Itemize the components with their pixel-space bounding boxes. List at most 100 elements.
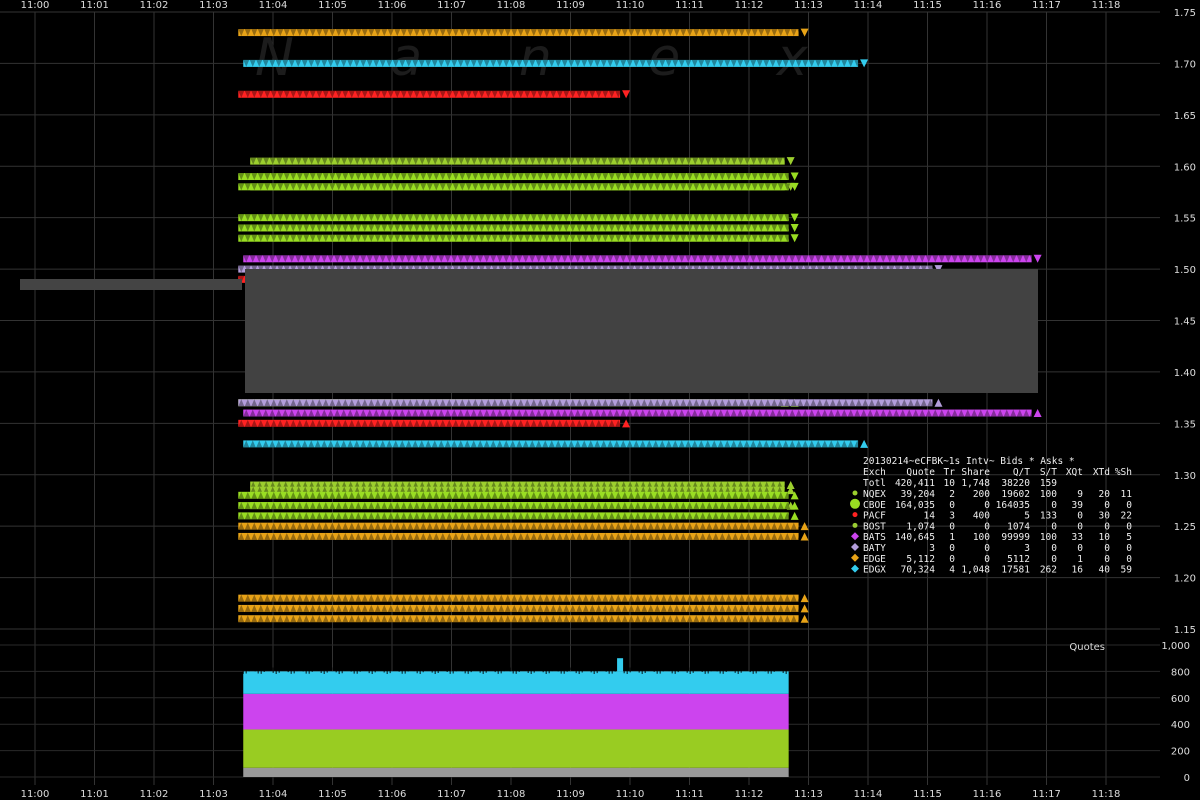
stats-cell: 0 <box>1104 500 1110 511</box>
y-tick-label: 1.15 <box>1174 625 1196 636</box>
stats-cell: 10 <box>1099 532 1111 543</box>
stats-cell: BATS <box>863 532 886 543</box>
x-tick-label-top: 11:02 <box>140 0 169 11</box>
x-tick-label-top: 11:14 <box>854 0 883 11</box>
x-tick-label-top: 11:17 <box>1032 0 1061 11</box>
volume-panel-label: Quotes <box>1069 642 1105 653</box>
stats-cell: 59 <box>1121 565 1133 576</box>
quote-band-cboe <box>238 501 799 510</box>
quote-marker <box>790 172 799 181</box>
legend-marker <box>852 490 858 496</box>
y-tick-label: 1.30 <box>1174 471 1196 482</box>
quote-band-edge <box>238 532 809 541</box>
x-tick-label-bottom: 11:04 <box>259 789 288 800</box>
stats-total-cell: 38220 <box>1001 478 1030 489</box>
x-tick-label-top: 11:10 <box>616 0 645 11</box>
stats-cell: BATY <box>863 543 886 554</box>
quote-band-edge <box>238 522 809 531</box>
stats-total-cell: 10 <box>944 478 956 489</box>
y-tick-label: 1.25 <box>1174 522 1196 533</box>
x-tick-label-bottom: 11:11 <box>675 789 704 800</box>
stats-cell: 14 <box>924 511 936 522</box>
quote-band-texture <box>250 157 790 165</box>
x-tick-label-top: 11:04 <box>259 0 288 11</box>
stats-cell: 1 <box>949 532 955 543</box>
stats-cell: 140,645 <box>895 532 935 543</box>
stats-cell: 5112 <box>1007 554 1030 565</box>
stats-cell: 0 <box>1077 543 1083 554</box>
stats-cell: 0 <box>1104 543 1110 554</box>
stats-cell: 133 <box>1040 511 1057 522</box>
x-tick-label-bottom: 11:05 <box>318 789 347 800</box>
x-tick-label-top: 11:11 <box>675 0 704 11</box>
x-tick-label-top: 11:01 <box>80 0 109 11</box>
stats-cell: 1,048 <box>961 565 990 576</box>
x-tick-label-bottom: 11:09 <box>556 789 585 800</box>
y-tick-label: 1.55 <box>1174 214 1196 225</box>
quote-band-bats <box>243 254 1042 263</box>
x-tick-label-bottom: 11:17 <box>1032 789 1061 800</box>
volume-panel <box>242 658 789 777</box>
x-tick-label-bottom: 11:14 <box>854 789 883 800</box>
stats-col-header: Quote <box>906 467 935 478</box>
x-tick-label-bottom: 11:12 <box>735 789 764 800</box>
stats-cell: 0 <box>1126 554 1132 565</box>
x-tick-label-top: 11:03 <box>199 0 228 11</box>
quote-marker <box>934 398 943 407</box>
x-tick-label-bottom: 11:00 <box>21 789 50 800</box>
x-tick-label-top: 11:08 <box>497 0 526 11</box>
x-tick-label-top: 11:05 <box>318 0 347 11</box>
stats-cell: CBOE <box>863 500 886 511</box>
stats-total-cell: 159 <box>1040 478 1057 489</box>
stats-cell: 70,324 <box>901 565 936 576</box>
x-tick-label-bottom: 11:13 <box>794 789 823 800</box>
volume-layer-2 <box>243 693 789 730</box>
stats-cell: 100 <box>1040 532 1057 543</box>
stats-cell: 0 <box>1077 511 1083 522</box>
stats-cell: 20 <box>1099 489 1111 500</box>
stats-col-header: S/T <box>1040 467 1057 478</box>
x-tick-label-top: 11:00 <box>21 0 50 11</box>
stats-cell: 0 <box>1126 543 1132 554</box>
x-tick-label-bottom: 11:06 <box>378 789 407 800</box>
quote-marker <box>1033 254 1042 263</box>
stats-cell: 164035 <box>996 500 1030 511</box>
stats-cell: 5 <box>1024 511 1030 522</box>
stats-cell: 0 <box>1051 543 1057 554</box>
quote-band-edge <box>238 604 809 613</box>
stats-cell: 0 <box>1051 521 1057 532</box>
stats-cell: EDGE <box>863 554 886 565</box>
stats-cell: 0 <box>1051 500 1057 511</box>
stats-cell: 0 <box>1126 521 1132 532</box>
y-tick-label: 1.35 <box>1174 419 1196 430</box>
x-tick-label-top: 11:13 <box>794 0 823 11</box>
stats-cell: 0 <box>984 554 990 565</box>
stats-cell: 22 <box>1121 511 1132 522</box>
legend-marker <box>851 564 859 573</box>
occluder-box <box>245 269 1038 393</box>
quote-band-edge <box>238 28 809 37</box>
stats-cell: 30 <box>1099 511 1111 522</box>
stats-cell: 100 <box>973 532 990 543</box>
stats-cell: 5,112 <box>906 554 935 565</box>
stats-cell: 0 <box>949 554 955 565</box>
stats-cell: 0 <box>949 543 955 554</box>
y-tick-label: 1.20 <box>1174 574 1196 585</box>
quote-band-edge <box>238 594 809 603</box>
quote-marker <box>790 234 799 243</box>
stats-col-header: XQt <box>1066 467 1083 478</box>
volume-tick-label: 0 <box>1184 773 1190 784</box>
volume-layer-3 <box>243 671 789 694</box>
stats-cell: 16 <box>1072 565 1084 576</box>
stats-title: 20130214~eCFBK~1s Intv~ Bids * Asks * <box>863 456 1075 467</box>
stats-cell: 17581 <box>1001 565 1030 576</box>
x-tick-label-top: 11:06 <box>378 0 407 11</box>
stats-col-header: Tr <box>944 467 956 478</box>
stats-cell: 0 <box>949 500 955 511</box>
volume-tick-label: 1,000 <box>1161 641 1190 652</box>
stats-cell: 1074 <box>1007 521 1030 532</box>
stats-cell: 0 <box>984 543 990 554</box>
stats-cell: 0 <box>1126 500 1132 511</box>
occluder-bar <box>20 279 242 290</box>
stats-col-header: Exch <box>863 467 886 478</box>
